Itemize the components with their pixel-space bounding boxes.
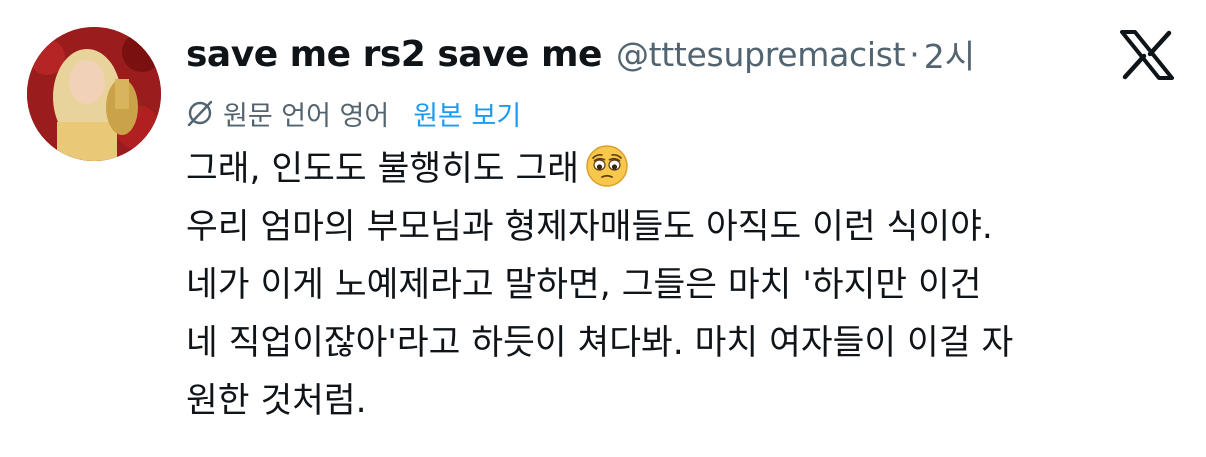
tweet-card: save me rs2 save me @tttesupremacist · 2… [0, 0, 1206, 457]
translation-source-note: 원문 언어 영어 [223, 100, 390, 132]
tweet-line: 그래, 인도도 불행히도 그래 [186, 140, 1186, 198]
tweet-line: 네가 이게 노예제라고 말하면, 그들은 마치 '하지만 이건 [186, 265, 982, 305]
x-logo-icon[interactable] [1120, 30, 1174, 80]
author-display-name[interactable]: save me rs2 save me [186, 34, 602, 75]
pleading-face-emoji [586, 145, 628, 187]
translate-icon [187, 100, 213, 127]
avatar-image [27, 27, 161, 161]
tweet-header: save me rs2 save me @tttesupremacist · 2… [186, 26, 975, 82]
meta-separator: · [909, 34, 920, 74]
tweet-timestamp[interactable]: 2시 [924, 30, 975, 78]
author-avatar[interactable] [27, 27, 161, 161]
show-original-link[interactable]: 원본 보기 [413, 94, 521, 133]
tweet-line-text: 그래, 인도도 불행히도 그래 [186, 149, 580, 189]
tweet-line: 네 직업이잖아'라고 하듯이 쳐다봐. 마치 여자들이 이걸 자 [186, 323, 1014, 363]
translation-notice: 원문 언어 영어 원본 보기 [186, 93, 521, 133]
tweet-line: 원한 것처럼. [186, 381, 367, 421]
author-handle[interactable]: @tttesupremacist [616, 35, 906, 74]
tweet-text: 그래, 인도도 불행히도 그래 우리 엄마의 부모님과 형제자매들도 아직도 이… [186, 140, 1186, 430]
tweet-line: 우리 엄마의 부모님과 형제자매들도 아직도 이런 식이야. [186, 207, 993, 247]
